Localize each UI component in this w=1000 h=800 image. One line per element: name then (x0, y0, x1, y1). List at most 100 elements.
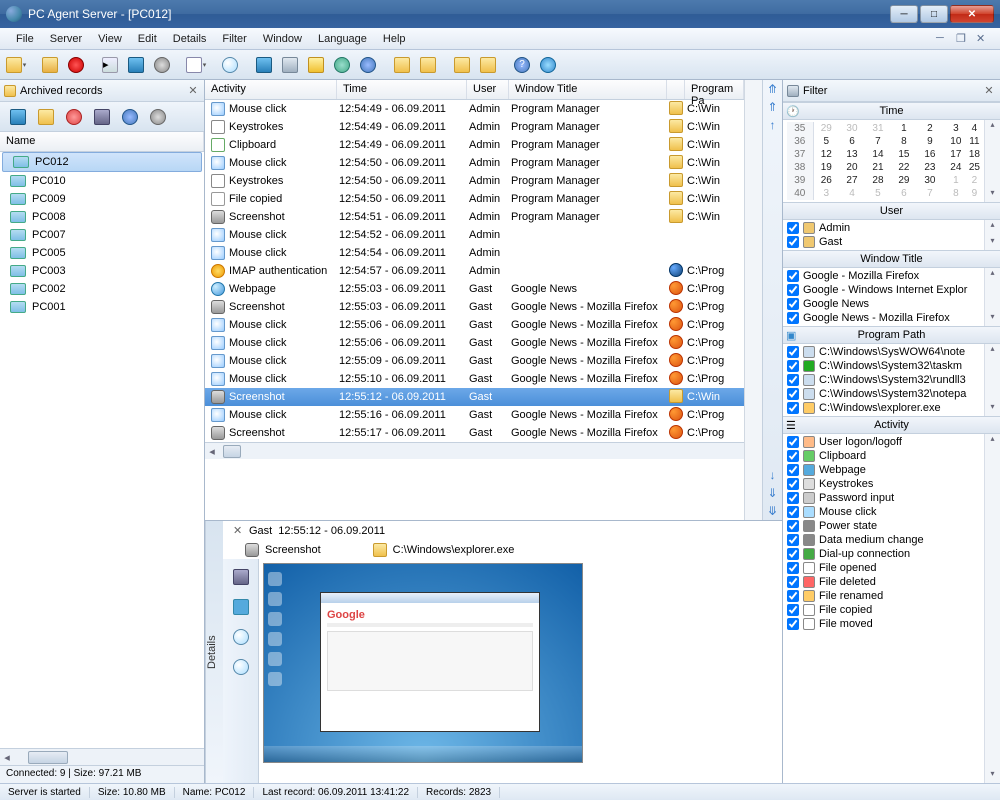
nav-down[interactable]: ↓ (770, 468, 776, 482)
activity-row[interactable]: Keystrokes12:54:50 - 06.09.2011AdminProg… (205, 172, 744, 190)
tb-monitor[interactable] (124, 53, 148, 77)
activity-row[interactable]: Mouse click12:55:09 - 06.09.2011GastGoog… (205, 352, 744, 370)
tb-about[interactable] (536, 53, 560, 77)
filter-checkbox[interactable] (787, 312, 799, 324)
maximize-button[interactable]: □ (920, 5, 948, 23)
mdi-restore[interactable]: ❐ (948, 29, 964, 48)
tb-refresh[interactable] (330, 53, 354, 77)
pc-item[interactable]: PC010 (0, 172, 204, 190)
activity-row[interactable]: IMAP authentication12:54:57 - 06.09.2011… (205, 262, 744, 280)
tb-settings[interactable] (150, 53, 174, 77)
activity-row[interactable]: File copied12:54:50 - 06.09.2011AdminPro… (205, 190, 744, 208)
pc-item[interactable]: PC007 (0, 226, 204, 244)
tb-search[interactable] (218, 53, 242, 77)
filter-item[interactable]: C:\Windows\System32\notepa (783, 387, 984, 401)
filter-checkbox[interactable] (787, 402, 799, 414)
lt-settings[interactable] (146, 105, 170, 129)
activity-row[interactable]: Keystrokes12:54:49 - 06.09.2011AdminProg… (205, 118, 744, 136)
filter-item[interactable]: Google - Mozilla Firefox (783, 269, 984, 283)
tb-stop[interactable] (64, 53, 88, 77)
nav-last[interactable]: ⤋ (767, 504, 777, 518)
nav-up[interactable]: ↑ (770, 118, 776, 132)
dt-zoomout[interactable] (229, 655, 253, 679)
pc-item[interactable]: PC002 (0, 280, 204, 298)
tb-open[interactable] (4, 53, 28, 77)
filter-item[interactable]: File copied (783, 603, 984, 617)
filter-checkbox[interactable] (787, 604, 799, 616)
filter-item[interactable]: Gast (783, 235, 984, 249)
activity-row[interactable]: Clipboard12:54:49 - 06.09.2011AdminProgr… (205, 136, 744, 154)
activity-row[interactable]: Mouse click12:55:16 - 06.09.2011GastGoog… (205, 406, 744, 424)
pc-item[interactable]: PC001 (0, 298, 204, 316)
activity-row[interactable]: Mouse click12:54:50 - 06.09.2011AdminPro… (205, 154, 744, 172)
menu-view[interactable]: View (90, 30, 130, 48)
filter-checkbox[interactable] (787, 222, 799, 234)
filter-item[interactable]: C:\Windows\explorer.exe (783, 401, 984, 415)
filter-item[interactable]: Keystrokes (783, 477, 984, 491)
tb-report[interactable] (184, 53, 208, 77)
details-close[interactable]: ✕ (229, 524, 243, 537)
activity-h-scroll[interactable]: ◂ (205, 442, 744, 459)
filter-checkbox[interactable] (787, 548, 799, 560)
tb-folder1[interactable] (390, 53, 414, 77)
tb-help[interactable]: ? (510, 53, 534, 77)
filter-checkbox[interactable] (787, 534, 799, 546)
pc-item[interactable]: PC008 (0, 208, 204, 226)
filter-item[interactable]: C:\Windows\System32\rundll3 (783, 373, 984, 387)
tb-folder4[interactable] (476, 53, 500, 77)
menu-window[interactable]: Window (255, 30, 310, 48)
activity-row[interactable]: Screenshot12:55:12 - 06.09.2011GastC:\Wi… (205, 388, 744, 406)
pc-item[interactable]: PC005 (0, 244, 204, 262)
filter-item[interactable]: C:\Windows\SysWOW64\note (783, 345, 984, 359)
menu-server[interactable]: Server (42, 30, 90, 48)
filter-item[interactable]: Mouse click (783, 505, 984, 519)
filter-checkbox[interactable] (787, 618, 799, 630)
activity-row[interactable]: Mouse click12:55:06 - 06.09.2011GastGoog… (205, 316, 744, 334)
mdi-close[interactable]: ✕ (968, 29, 984, 48)
tb-screen[interactable] (252, 53, 276, 77)
lt-pc[interactable] (6, 105, 30, 129)
filter-item[interactable]: Dial-up connection (783, 547, 984, 561)
filter-item[interactable]: Google - Windows Internet Explor (783, 283, 984, 297)
filter-checkbox[interactable] (787, 346, 799, 358)
activity-row[interactable]: Mouse click12:54:54 - 06.09.2011Admin (205, 244, 744, 262)
pc-item[interactable]: PC012 (2, 152, 202, 172)
activity-row[interactable]: Screenshot12:55:03 - 06.09.2011GastGoogl… (205, 298, 744, 316)
filter-checkbox[interactable] (787, 562, 799, 574)
close-button[interactable]: ✕ (950, 5, 994, 23)
filter-checkbox[interactable] (787, 590, 799, 602)
menu-help[interactable]: Help (375, 30, 414, 48)
filter-checkbox[interactable] (787, 576, 799, 588)
filter-item[interactable]: File opened (783, 561, 984, 575)
col-name[interactable]: Name (0, 132, 204, 151)
nav-first[interactable]: ⤊ (767, 82, 777, 96)
screenshot-preview[interactable]: Google (259, 559, 782, 783)
filter-checkbox[interactable] (787, 236, 799, 248)
dt-zoomin[interactable] (229, 625, 253, 649)
filter-checkbox[interactable] (787, 450, 799, 462)
mdi-minimize[interactable]: ─ (928, 29, 944, 48)
h-scrollbar[interactable]: ◂ (0, 748, 204, 765)
panel-close[interactable]: ✕ (186, 84, 200, 97)
filter-item[interactable]: Data medium change (783, 533, 984, 547)
filter-item[interactable]: Password input (783, 491, 984, 505)
filter-checkbox[interactable] (787, 270, 799, 282)
filter-item[interactable]: Clipboard (783, 449, 984, 463)
filter-checkbox[interactable] (787, 436, 799, 448)
filter-checkbox[interactable] (787, 478, 799, 490)
filter-checkbox[interactable] (787, 360, 799, 372)
activity-v-scroll[interactable] (744, 80, 762, 520)
tb-play[interactable]: ▸ (98, 53, 122, 77)
menu-filter[interactable]: Filter (214, 30, 254, 48)
lt-save[interactable] (90, 105, 114, 129)
nav-up2[interactable]: ⇑ (767, 100, 777, 114)
activity-row[interactable]: Mouse click12:54:52 - 06.09.2011Admin (205, 226, 744, 244)
menu-file[interactable]: File (8, 30, 42, 48)
filter-item[interactable]: Power state (783, 519, 984, 533)
lt-refresh[interactable] (118, 105, 142, 129)
lt-delete[interactable] (62, 105, 86, 129)
filter-item[interactable]: File moved (783, 617, 984, 631)
activity-row[interactable]: Mouse click12:55:06 - 06.09.2011GastGoog… (205, 334, 744, 352)
menu-edit[interactable]: Edit (130, 30, 165, 48)
tb-warn[interactable] (304, 53, 328, 77)
